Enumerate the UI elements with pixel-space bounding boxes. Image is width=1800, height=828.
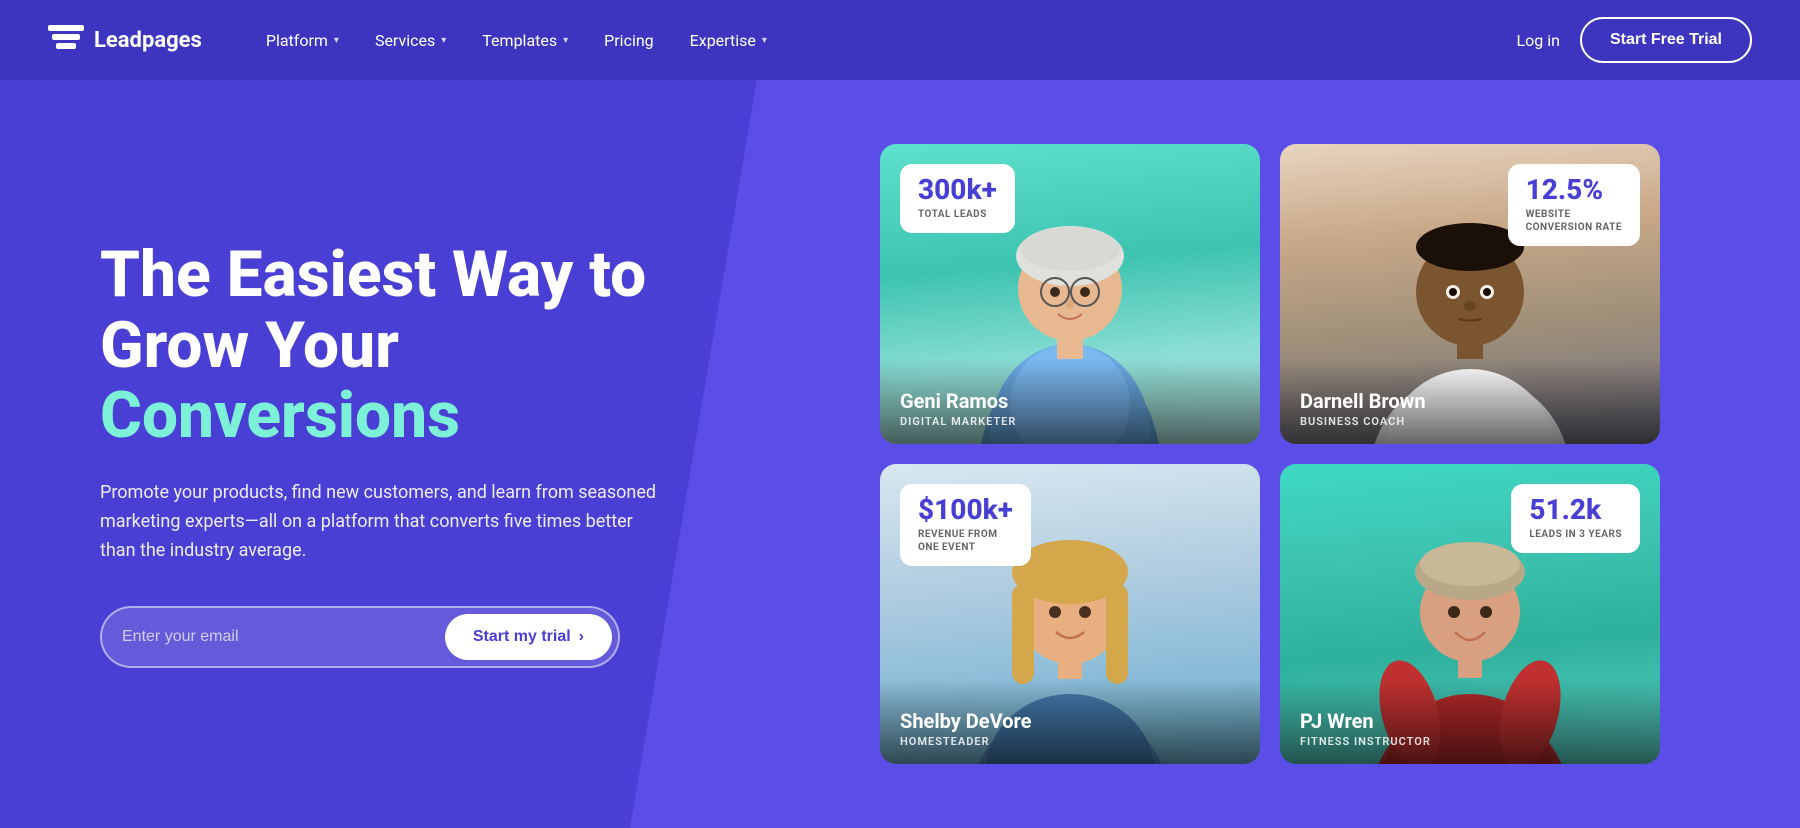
- nav-item-platform[interactable]: Platform ▾: [250, 23, 355, 58]
- logo-icon: [48, 25, 84, 55]
- profile-card-darnell: 12.5% WEBSITE CONVERSION RATE Darnell Br…: [1280, 144, 1660, 444]
- name-overlay-pj: PJ Wren FITNESS INSTRUCTOR: [1280, 679, 1660, 764]
- logo-link[interactable]: Leadpages: [48, 25, 202, 55]
- profile-card-geni: 300k+ TOTAL LEADS Geni Ramos DIGITAL MAR…: [880, 144, 1260, 444]
- chevron-down-icon: ▾: [334, 35, 339, 46]
- nav-item-services[interactable]: Services ▾: [359, 23, 462, 58]
- person-role-darnell: BUSINESS COACH: [1300, 415, 1640, 428]
- person-role-pj: FITNESS INSTRUCTOR: [1300, 735, 1640, 748]
- start-free-trial-button[interactable]: Start Free Trial: [1580, 17, 1752, 63]
- arrow-icon: ›: [579, 628, 584, 646]
- stat-value-shelby: $100k+: [918, 496, 1013, 524]
- chevron-down-icon: ▾: [762, 35, 767, 46]
- person-name-darnell: Darnell Brown: [1300, 389, 1640, 413]
- chevron-down-icon: ▾: [441, 35, 446, 46]
- person-name-geni: Geni Ramos: [900, 389, 1240, 413]
- name-overlay-darnell: Darnell Brown BUSINESS COACH: [1280, 359, 1660, 444]
- profile-card-pj: 51.2k LEADS IN 3 YEARS PJ Wren FITNESS I…: [1280, 464, 1660, 764]
- nav-right: Log in Start Free Trial: [1517, 17, 1752, 63]
- hero-form: Start my trial ›: [100, 606, 620, 668]
- stat-label-darnell: WEBSITE CONVERSION RATE: [1526, 208, 1622, 234]
- stat-label-shelby: REVENUE FROM ONE EVENT: [918, 528, 1013, 554]
- person-role-shelby: HOMESTEADER: [900, 735, 1240, 748]
- name-overlay-shelby: Shelby DeVore HOMESTEADER: [880, 679, 1260, 764]
- stat-badge-pj: 51.2k LEADS IN 3 YEARS: [1511, 484, 1640, 553]
- stat-label-geni: TOTAL LEADS: [918, 208, 997, 221]
- nav-links: Platform ▾ Services ▾ Templates ▾ Pricin…: [250, 23, 1517, 58]
- chevron-down-icon: ▾: [563, 35, 568, 46]
- profile-card-shelby: $100k+ REVENUE FROM ONE EVENT Shelby DeV…: [880, 464, 1260, 764]
- stat-value-pj: 51.2k: [1529, 496, 1622, 524]
- nav-item-templates[interactable]: Templates ▾: [466, 23, 584, 58]
- stat-badge-geni: 300k+ TOTAL LEADS: [900, 164, 1015, 233]
- hero-section: The Easiest Way to Grow Your Conversions…: [0, 80, 1800, 828]
- email-input[interactable]: [122, 620, 445, 654]
- logo-text: Leadpages: [94, 28, 202, 53]
- hero-subtitle: Promote your products, find new customer…: [100, 479, 660, 565]
- stat-badge-shelby: $100k+ REVENUE FROM ONE EVENT: [900, 484, 1031, 566]
- navbar: Leadpages Platform ▾ Services ▾ Template…: [0, 0, 1800, 80]
- nav-item-pricing[interactable]: Pricing: [588, 23, 670, 58]
- nav-item-expertise[interactable]: Expertise ▾: [674, 23, 783, 58]
- stat-badge-darnell: 12.5% WEBSITE CONVERSION RATE: [1508, 164, 1640, 246]
- hero-content: The Easiest Way to Grow Your Conversions…: [100, 240, 740, 668]
- login-link[interactable]: Log in: [1517, 31, 1560, 50]
- hero-cards-grid: 300k+ TOTAL LEADS Geni Ramos DIGITAL MAR…: [800, 124, 1700, 784]
- stat-label-pj: LEADS IN 3 YEARS: [1529, 528, 1622, 541]
- person-name-pj: PJ Wren: [1300, 709, 1640, 733]
- stat-value-geni: 300k+: [918, 176, 997, 204]
- person-name-shelby: Shelby DeVore: [900, 709, 1240, 733]
- name-overlay-geni: Geni Ramos DIGITAL MARKETER: [880, 359, 1260, 444]
- stat-value-darnell: 12.5%: [1526, 176, 1622, 204]
- start-trial-button[interactable]: Start my trial ›: [445, 614, 612, 660]
- person-role-geni: DIGITAL MARKETER: [900, 415, 1240, 428]
- hero-title: The Easiest Way to Grow Your Conversions: [100, 240, 740, 451]
